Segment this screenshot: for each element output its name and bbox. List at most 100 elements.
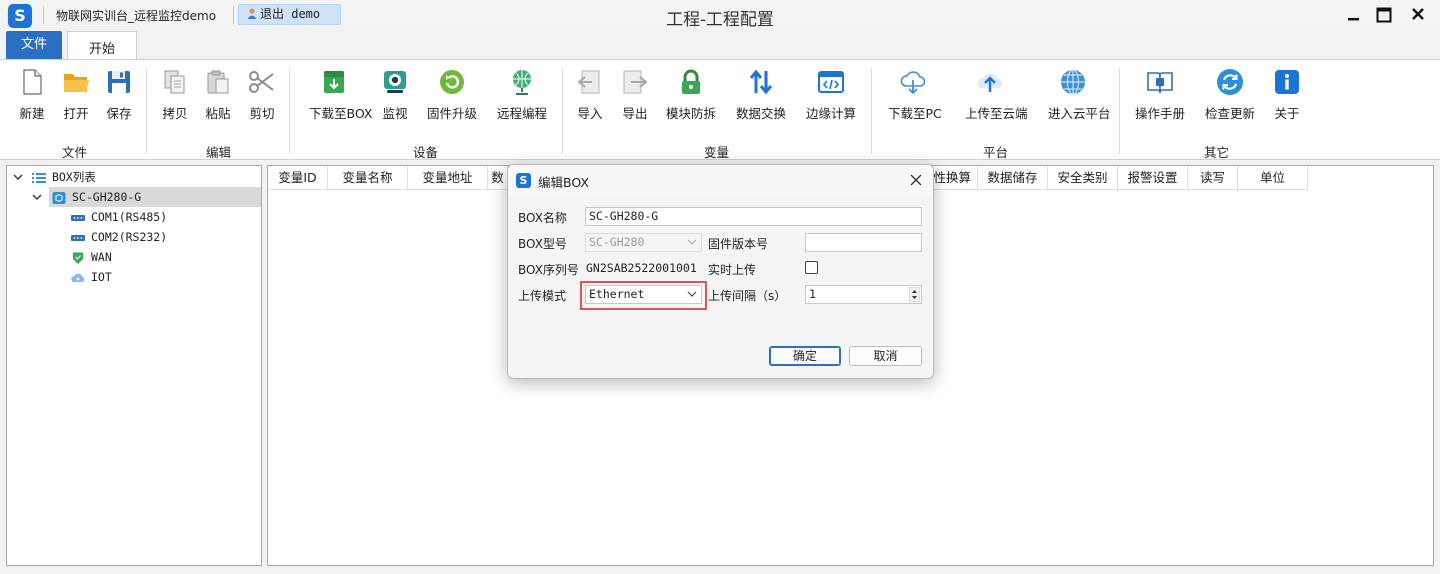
cloud-upload-icon <box>977 73 1002 92</box>
enter-cloud-platform-button[interactable]: 进入云平台 <box>1048 66 1111 122</box>
group-separator <box>871 68 872 154</box>
check-update-button[interactable]: 检查更新 <box>1205 66 1255 122</box>
serial-port-icon <box>71 234 85 241</box>
download-to-box-button[interactable]: 下载至BOX <box>309 66 372 122</box>
export-icon <box>623 70 648 94</box>
globe-icon <box>1061 69 1085 95</box>
column-header[interactable]: 报警设置 <box>1118 166 1188 190</box>
monitor-icon <box>384 71 406 93</box>
column-header[interactable]: 数据储存 <box>978 166 1048 190</box>
tree-root[interactable]: BOX列表 <box>11 167 256 187</box>
tree-item-box-label: SC-GH280-G <box>72 190 142 204</box>
group-label-file: 文件 <box>62 145 88 160</box>
new-file-icon <box>23 69 42 95</box>
group-separator <box>289 68 290 154</box>
edge-compute-button[interactable]: 边缘计算 <box>806 66 856 122</box>
serial-port-icon <box>71 214 85 221</box>
upload-to-cloud-button[interactable]: 上传至云端 <box>965 66 1028 122</box>
sync-icon <box>1217 69 1243 95</box>
serial-value: GN2SAB2522001001 <box>586 261 697 275</box>
open-button[interactable]: 打开 <box>61 66 91 122</box>
manual-button[interactable]: 操作手册 <box>1135 66 1185 122</box>
chevron-down-icon <box>13 174 23 180</box>
upload-interval-spinner[interactable]: 1 <box>805 285 922 304</box>
column-header[interactable]: 读写 <box>1188 166 1238 190</box>
firmware-input[interactable] <box>805 233 922 252</box>
close-icon[interactable] <box>1405 3 1431 27</box>
paste-button[interactable]: 粘贴 <box>203 66 233 122</box>
ribbon-toolbar: 新建 打开 保存 文件 拷贝 粘贴 剪切 编辑 下载至BOX 监视 固件升级 远… <box>0 59 1440 160</box>
cut-button[interactable]: 剪切 <box>247 66 277 122</box>
tab-file[interactable]: 文件 <box>6 31 62 59</box>
cancel-button[interactable]: 取消 <box>849 346 922 366</box>
upload-interval-label: 上传间隔（s） <box>708 289 787 303</box>
minimize-icon[interactable] <box>1340 3 1366 27</box>
title-bar: S 物联网实训台_远程监控demo 退出 demo 工程-工程配置 <box>0 0 1440 30</box>
spinner-arrows-icon[interactable] <box>909 287 920 302</box>
tab-start[interactable]: 开始 <box>67 31 137 61</box>
chevron-down-icon <box>687 291 697 297</box>
copy-icon <box>164 70 185 94</box>
save-button[interactable]: 保存 <box>104 66 134 122</box>
group-label-variable: 变量 <box>704 145 730 160</box>
scissors-icon <box>249 71 274 93</box>
copy-button[interactable]: 拷贝 <box>160 66 190 122</box>
tree-root-label: BOX列表 <box>52 170 96 184</box>
about-button[interactable]: 关于 <box>1272 66 1302 122</box>
upload-mode-label: 上传模式 <box>518 289 567 303</box>
column-header[interactable]: 单位 <box>1238 166 1308 190</box>
group-label-edit: 编辑 <box>206 145 232 160</box>
save-icon <box>108 71 130 93</box>
box-model-label: BOX型号 <box>518 237 567 251</box>
cloud-icon <box>71 273 85 282</box>
tree-item-wan[interactable]: WAN <box>71 247 112 267</box>
remote-programming-button[interactable]: 远程编程 <box>497 66 547 122</box>
module-protect-button[interactable]: 模块防拆 <box>666 66 716 122</box>
code-window-icon <box>818 71 844 93</box>
upload-mode-select[interactable]: Ethernet <box>585 285 702 304</box>
dialog-title-bar: S 编辑BOX <box>508 165 933 195</box>
column-header[interactable]: 变量ID <box>268 166 328 190</box>
close-icon[interactable] <box>908 172 924 188</box>
chevron-down-icon <box>687 239 697 245</box>
tree-item-box[interactable]: SC-GH280-G <box>31 187 261 207</box>
export-button[interactable]: 导出 <box>620 66 650 122</box>
import-button[interactable]: 导入 <box>575 66 605 122</box>
firmware-upgrade-button[interactable]: 固件升级 <box>427 66 477 122</box>
info-icon <box>1275 70 1299 94</box>
tree-item-iot[interactable]: IOT <box>71 267 112 287</box>
new-button[interactable]: 新建 <box>17 66 47 122</box>
tree-item-com1[interactable]: COM1(RS485) <box>71 207 167 227</box>
lock-icon <box>682 69 700 94</box>
folder-icon <box>64 74 89 92</box>
paste-icon <box>207 70 229 94</box>
box-device-icon <box>52 191 66 204</box>
download-to-pc-button[interactable]: 下载至PC <box>888 66 942 122</box>
monitor-button[interactable]: 监视 <box>380 66 410 122</box>
ok-button[interactable]: 确定 <box>769 346 841 366</box>
dialog-title: 编辑BOX <box>538 175 589 190</box>
window-title: 工程-工程配置 <box>666 10 774 30</box>
edit-box-dialog: S 编辑BOX BOX名称 SC-GH280-G BOX型号 SC-GH280 … <box>507 164 934 379</box>
import-icon <box>577 70 600 94</box>
ribbon-tabs: 文件 开始 <box>0 30 1440 61</box>
chevron-down-icon <box>32 194 42 200</box>
column-header[interactable]: 变量名称 <box>328 166 408 190</box>
maximize-icon[interactable] <box>1371 3 1397 27</box>
column-header[interactable]: 数 <box>488 166 508 190</box>
box-model-select: SC-GH280 <box>585 233 702 252</box>
box-name-input[interactable]: SC-GH280-G <box>585 207 922 226</box>
box-name-label: BOX名称 <box>518 211 567 225</box>
realtime-upload-checkbox[interactable] <box>805 261 818 274</box>
column-header[interactable]: 变量地址 <box>408 166 488 190</box>
app-logo-icon: S <box>516 173 531 188</box>
download-box-icon <box>324 71 344 93</box>
column-header[interactable]: 安全类别 <box>1048 166 1118 190</box>
firmware-label: 固件版本号 <box>708 237 769 251</box>
wan-shield-icon <box>73 252 83 264</box>
cloud-download-icon <box>900 71 926 95</box>
tree-item-com2[interactable]: COM2(RS232) <box>71 227 167 247</box>
network-globe-icon <box>513 70 531 95</box>
data-exchange-button[interactable]: 数据交换 <box>736 66 786 122</box>
list-icon <box>32 172 46 183</box>
